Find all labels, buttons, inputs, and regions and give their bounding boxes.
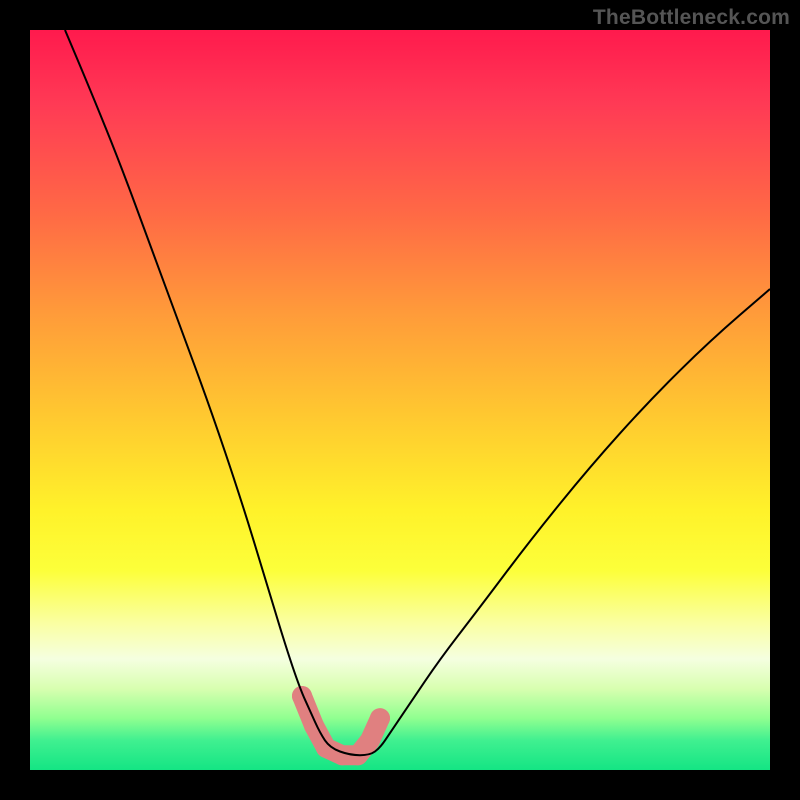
valley-highlight-dot [292,686,312,706]
bottleneck-curve [65,30,770,755]
chart-frame: TheBottleneck.com [0,0,800,800]
valley-highlight-dot [360,730,380,750]
valley-highlight-layer [292,686,390,765]
valley-highlight-dot [370,708,390,728]
plot-area [30,30,770,770]
watermark-text: TheBottleneck.com [593,6,790,30]
chart-svg [30,30,770,770]
